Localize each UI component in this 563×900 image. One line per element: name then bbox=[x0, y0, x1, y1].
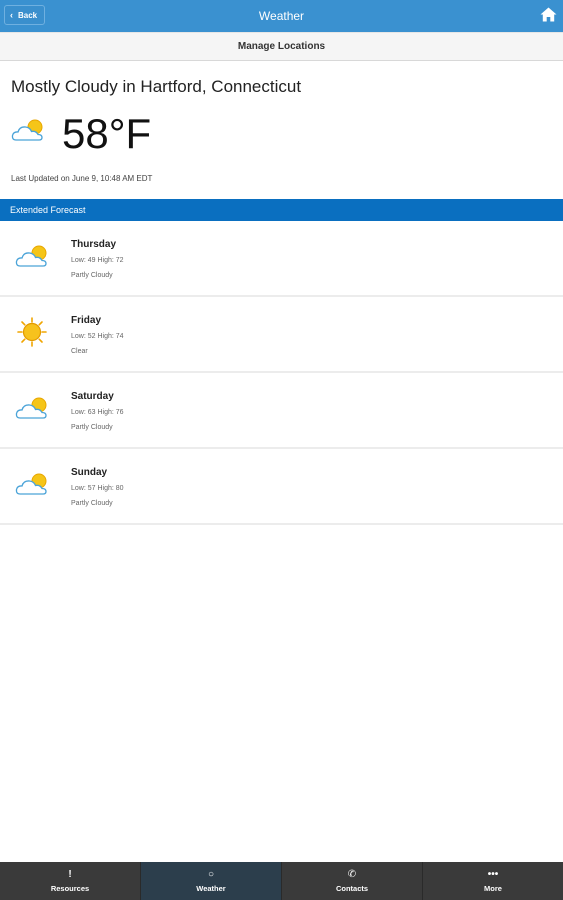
forecast-row-thursday: Thursday Low: 49 High: 72 Partly Cloudy bbox=[0, 221, 563, 297]
partly-cloudy-icon bbox=[15, 473, 47, 495]
tab-label: More bbox=[484, 883, 502, 893]
page-title: Weather bbox=[258, 9, 305, 23]
partly-cloudy-icon bbox=[15, 397, 47, 419]
back-button-label: Back bbox=[18, 10, 38, 20]
current-conditions-title: Mostly Cloudy in Hartford, Connecticut bbox=[11, 77, 302, 96]
forecast-condition: Partly Cloudy bbox=[71, 272, 113, 279]
forecast-condition: Partly Cloudy bbox=[71, 500, 113, 507]
forecast-row-friday: Friday Low: 52 High: 74 Clear bbox=[0, 297, 563, 373]
forecast-low-high: Low: 57 High: 80 bbox=[71, 485, 124, 492]
sun-icon bbox=[17, 317, 47, 347]
forecast-row-sunday: Sunday Low: 57 High: 80 Partly Cloudy bbox=[0, 449, 563, 525]
exclamation-icon: ! bbox=[68, 868, 72, 880]
current-conditions: Mostly Cloudy in Hartford, Connecticut 5… bbox=[0, 62, 563, 198]
extended-forecast-header: Extended Forecast bbox=[0, 199, 563, 221]
back-button[interactable]: ‹ Back bbox=[4, 5, 46, 25]
forecast-day-name: Sunday bbox=[71, 467, 108, 478]
forecast-day-name: Saturday bbox=[71, 391, 114, 402]
phone-icon: ✆ bbox=[347, 868, 357, 880]
forecast-list: Thursday Low: 49 High: 72 Partly Cloudy … bbox=[0, 221, 563, 525]
forecast-day-name: Thursday bbox=[71, 239, 117, 250]
tab-contacts[interactable]: ✆ Contacts bbox=[282, 862, 423, 900]
top-navigation-bar: Weather ‹ Back bbox=[0, 0, 563, 32]
partly-cloudy-icon bbox=[11, 119, 43, 141]
forecast-low-high: Low: 52 High: 74 bbox=[71, 333, 124, 340]
last-updated-text: Last Updated on June 9, 10:48 AM EDT bbox=[11, 174, 153, 183]
home-icon[interactable] bbox=[540, 7, 557, 22]
forecast-condition: Partly Cloudy bbox=[71, 424, 113, 431]
current-temperature: 58°F bbox=[62, 110, 152, 157]
bottom-tab-bar: ! Resources ○ Weather ✆ Contacts ••• Mor… bbox=[0, 862, 563, 900]
circle-icon: ○ bbox=[207, 868, 215, 880]
tab-weather[interactable]: ○ Weather bbox=[141, 862, 282, 900]
forecast-day-name: Friday bbox=[71, 315, 102, 326]
forecast-low-high: Low: 63 High: 76 bbox=[71, 409, 124, 416]
tab-resources[interactable]: ! Resources bbox=[0, 862, 141, 900]
more-icon: ••• bbox=[487, 868, 499, 880]
forecast-condition: Clear bbox=[71, 348, 88, 355]
manage-locations-button[interactable]: Manage Locations bbox=[0, 32, 563, 61]
tab-label: Weather bbox=[196, 883, 226, 893]
partly-cloudy-icon bbox=[15, 245, 47, 267]
forecast-low-high: Low: 49 High: 72 bbox=[71, 257, 124, 264]
chevron-left-icon: ‹ bbox=[10, 9, 13, 20]
tab-label: Resources bbox=[50, 883, 90, 893]
tab-more[interactable]: ••• More bbox=[423, 862, 563, 900]
tab-label: Contacts bbox=[335, 883, 369, 893]
forecast-row-saturday: Saturday Low: 63 High: 76 Partly Cloudy bbox=[0, 373, 563, 449]
